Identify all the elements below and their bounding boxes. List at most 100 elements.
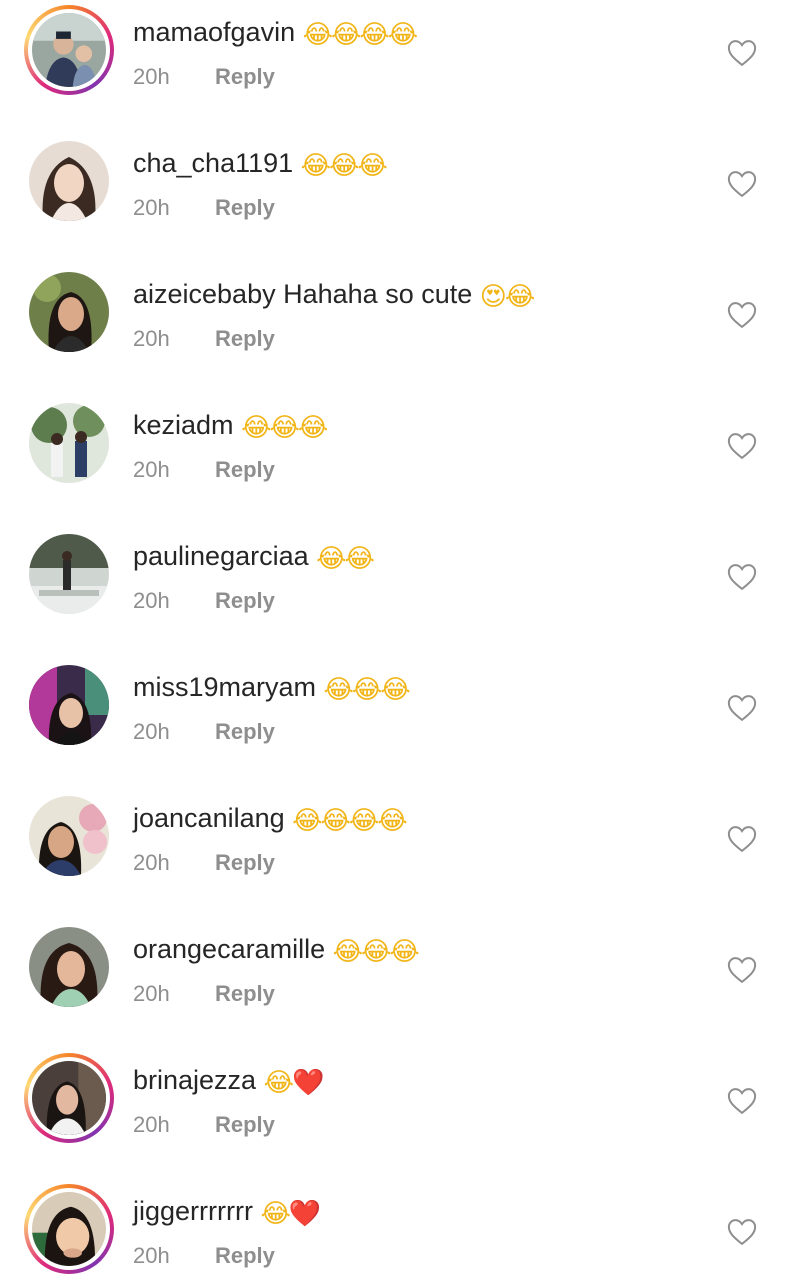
username-link[interactable]: orangecaramille (133, 934, 325, 964)
comment-meta: 20h Reply (133, 586, 275, 616)
avatar[interactable] (29, 272, 109, 352)
story-ring[interactable] (24, 5, 114, 95)
like-button[interactable] (727, 956, 757, 984)
avatar[interactable] (29, 534, 109, 614)
comment-text: mamaofgavin 😂😂😂😂 (133, 14, 418, 50)
comment-emojis: 😂😂😂 (241, 413, 328, 443)
comment-emojis: 😍😂 (479, 282, 536, 312)
avatar[interactable] (32, 1192, 106, 1266)
comment-text: keziadm 😂😂😂 (133, 407, 328, 443)
comment-meta: 20h Reply (133, 979, 275, 1009)
heart-outline-icon (727, 1088, 757, 1115)
comment-item: aizeicebaby Hahaha so cute 😍😂 20h Reply (0, 262, 800, 392)
comment-time: 20h (133, 981, 170, 1006)
username-link[interactable]: mamaofgavin (133, 17, 295, 47)
like-button[interactable] (727, 1087, 757, 1115)
avatar[interactable] (29, 796, 109, 876)
reply-button[interactable]: Reply (215, 586, 275, 616)
comment-item: cha_cha1191 😂😂😂 20h Reply (0, 131, 800, 261)
comment-time: 20h (133, 1112, 170, 1137)
heart-outline-icon (727, 826, 757, 853)
like-button[interactable] (727, 825, 757, 853)
heart-outline-icon (727, 564, 757, 591)
comment-emojis: 😂😂 (316, 544, 375, 574)
reply-button[interactable]: Reply (215, 717, 275, 747)
heart-outline-icon (727, 695, 757, 722)
avatar-frame[interactable] (29, 665, 109, 745)
avatar-frame[interactable] (29, 272, 109, 352)
comment-time: 20h (133, 850, 170, 875)
like-button[interactable] (727, 432, 757, 460)
avatar[interactable] (29, 665, 109, 745)
comment-time: 20h (133, 326, 170, 351)
avatar[interactable] (29, 403, 109, 483)
comment-item: orangecaramille 😂😂😂 20h Reply (0, 917, 800, 1047)
comment-meta: 20h Reply (133, 1241, 275, 1271)
comment-emojis: 😂❤️ (263, 1068, 325, 1098)
heart-outline-icon (727, 302, 757, 329)
comment-list: mamaofgavin 😂😂😂😂 20h Reply cha_cha1191 😂😂… (0, 0, 800, 1285)
username-link[interactable]: paulinegarciaa (133, 541, 309, 571)
comment-meta: 20h Reply (133, 455, 275, 485)
avatar[interactable] (29, 141, 109, 221)
reply-button[interactable]: Reply (215, 1110, 275, 1140)
comment-meta: 20h Reply (133, 717, 275, 747)
like-button[interactable] (727, 563, 757, 591)
comment-item: mamaofgavin 😂😂😂😂 20h Reply (0, 0, 800, 130)
comment-text: paulinegarciaa 😂😂 (133, 538, 375, 574)
comment-item: joancanilang 😂😂😂😂 20h Reply (0, 786, 800, 916)
username-link[interactable]: brinajezza (133, 1065, 256, 1095)
comment-time: 20h (133, 195, 170, 220)
reply-button[interactable]: Reply (215, 979, 275, 1009)
reply-button[interactable]: Reply (215, 1241, 275, 1271)
reply-button[interactable]: Reply (215, 62, 275, 92)
comment-emojis: 😂😂😂 (332, 937, 420, 967)
like-button[interactable] (727, 694, 757, 722)
avatar[interactable] (32, 1061, 106, 1135)
username-link[interactable]: cha_cha1191 (133, 148, 293, 178)
comment-text: jiggerrrrrrr 😂❤️ (133, 1193, 321, 1229)
like-button[interactable] (727, 1218, 757, 1246)
story-ring[interactable] (24, 1184, 114, 1274)
avatar[interactable] (29, 927, 109, 1007)
comment-text: joancanilang 😂😂😂😂 (133, 800, 408, 836)
reply-button[interactable]: Reply (215, 455, 275, 485)
reply-button[interactable]: Reply (215, 848, 275, 878)
avatar-frame[interactable] (29, 534, 109, 614)
username-link[interactable]: miss19maryam (133, 672, 316, 702)
comment-item: paulinegarciaa 😂😂 20h Reply (0, 524, 800, 654)
like-button[interactable] (727, 301, 757, 329)
avatar-frame[interactable] (29, 141, 109, 221)
username-link[interactable]: jiggerrrrrrr (133, 1196, 253, 1226)
comment-meta: 20h Reply (133, 1110, 275, 1140)
comment-meta: 20h Reply (133, 62, 275, 92)
comment-meta: 20h Reply (133, 193, 275, 223)
comment-text: aizeicebaby Hahaha so cute 😍😂 (133, 276, 536, 312)
username-link[interactable]: aizeicebaby (133, 279, 276, 309)
comment-emojis: 😂😂😂 (323, 675, 411, 705)
like-button[interactable] (727, 39, 757, 67)
avatar-frame[interactable] (29, 796, 109, 876)
avatar[interactable] (32, 13, 106, 87)
comment-time: 20h (133, 64, 170, 89)
reply-button[interactable]: Reply (215, 193, 275, 223)
comment-text: orangecaramille 😂😂😂 (133, 931, 420, 967)
comment-text: miss19maryam 😂😂😂 (133, 669, 411, 705)
comment-time: 20h (133, 457, 170, 482)
username-link[interactable]: keziadm (133, 410, 234, 440)
avatar-frame[interactable] (29, 403, 109, 483)
username-link[interactable]: joancanilang (133, 803, 285, 833)
reply-button[interactable]: Reply (215, 324, 275, 354)
heart-outline-icon (727, 171, 757, 198)
comment-meta: 20h Reply (133, 324, 275, 354)
like-button[interactable] (727, 170, 757, 198)
comment-message: Hahaha so cute (283, 279, 473, 309)
heart-outline-icon (727, 1219, 757, 1246)
comment-time: 20h (133, 588, 170, 613)
comment-time: 20h (133, 719, 170, 744)
avatar-frame[interactable] (29, 927, 109, 1007)
comment-item: miss19maryam 😂😂😂 20h Reply (0, 655, 800, 785)
heart-outline-icon (727, 433, 757, 460)
story-ring[interactable] (24, 1053, 114, 1143)
comment-emojis: 😂😂😂😂 (292, 806, 408, 836)
